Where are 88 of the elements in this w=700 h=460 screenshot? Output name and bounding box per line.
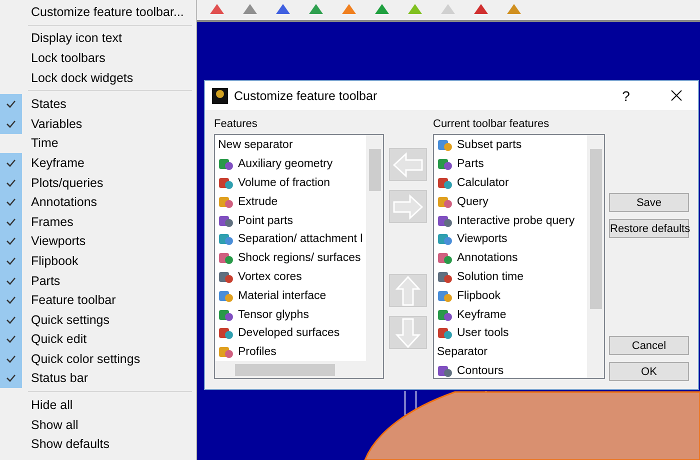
menu-item[interactable]: Keyframe xyxy=(22,156,84,170)
list-item[interactable]: Shock regions/ surfaces xyxy=(238,252,361,264)
feature-icon xyxy=(437,325,453,342)
menu-item[interactable]: Variables xyxy=(22,116,82,131)
checkmark-icon xyxy=(6,100,16,108)
list-item[interactable]: Keyframe xyxy=(457,308,506,321)
checkmark-icon xyxy=(6,218,16,226)
list-item[interactable]: Parts xyxy=(457,158,484,170)
list-item[interactable]: Flipbook xyxy=(457,290,500,302)
menu-item[interactable]: Lock toolbars xyxy=(22,50,106,65)
checkbox[interactable] xyxy=(0,114,22,134)
checkmark-icon xyxy=(6,120,16,128)
app-logo-icon xyxy=(212,88,228,104)
list-item[interactable]: Interactive probe query xyxy=(457,214,575,227)
menu-item[interactable]: Quick color settings xyxy=(22,352,140,366)
dialog-button[interactable]: OK xyxy=(609,362,689,381)
checkmark-icon xyxy=(6,158,16,167)
list-item[interactable]: Point parts xyxy=(238,214,293,227)
menu-item[interactable]: Status bar xyxy=(22,371,88,386)
checkmark-icon xyxy=(6,374,16,382)
list-item[interactable]: Developed surfaces xyxy=(238,327,340,340)
feature-icon xyxy=(218,325,234,342)
menu-item[interactable]: Show all xyxy=(22,418,78,432)
group-label: Features xyxy=(214,118,258,131)
menu-item[interactable]: Display icon text xyxy=(22,31,122,46)
checkmark-icon xyxy=(6,256,16,265)
menu-item[interactable]: Feature toolbar xyxy=(22,293,116,308)
menu-item[interactable]: Quick edit xyxy=(22,332,87,346)
list-item[interactable]: Auxiliary geometry xyxy=(238,158,333,170)
menu-item[interactable]: Hide all xyxy=(22,398,73,412)
list-item[interactable]: Contours xyxy=(457,364,504,377)
list-item[interactable]: Vortex cores xyxy=(238,270,302,283)
menu-item[interactable]: Show defaults xyxy=(22,437,110,452)
list-item[interactable]: Separator xyxy=(437,346,488,358)
checkmark-icon xyxy=(6,178,16,187)
list-item[interactable]: Tensor glyphs xyxy=(238,308,309,321)
checkbox[interactable] xyxy=(0,153,22,173)
dialog-button[interactable]: Cancel xyxy=(609,336,689,355)
list-item[interactable]: Solution time xyxy=(457,270,524,283)
dialog-button[interactable]: Restore defaults xyxy=(609,219,689,238)
menu-item[interactable]: Lock dock widgets xyxy=(22,70,134,85)
horizontal-scrollbar[interactable] xyxy=(215,361,383,378)
feature-icon xyxy=(437,137,453,154)
menu-item[interactable]: States xyxy=(22,97,66,112)
menu-item[interactable]: Flipbook xyxy=(22,254,78,268)
checkmark-icon xyxy=(6,296,16,304)
list-item[interactable]: Calculator xyxy=(457,176,509,189)
menu-item[interactable]: Viewports xyxy=(22,234,86,248)
list-item[interactable]: Material interface xyxy=(238,290,326,302)
checkmark-icon xyxy=(6,237,16,246)
menu-item[interactable]: Plots/queries xyxy=(22,176,104,190)
window-title: Customize feature toolbar xyxy=(234,88,378,102)
menu-item[interactable]: Frames xyxy=(22,214,74,229)
vertical-scrollbar[interactable] xyxy=(366,135,383,361)
list-item[interactable]: Subset parts xyxy=(457,139,522,152)
list-item[interactable]: Query xyxy=(457,196,488,208)
list-item[interactable]: Separation/ attachment l xyxy=(238,233,363,246)
menu-item[interactable]: Quick settings xyxy=(22,312,110,327)
feature-icon xyxy=(218,231,234,248)
checkmark-icon xyxy=(6,198,16,206)
feature-icon xyxy=(437,231,453,248)
checkmark-icon xyxy=(6,335,16,344)
checkbox[interactable] xyxy=(0,368,22,388)
feature-icon xyxy=(218,250,234,266)
menu-item[interactable]: Parts xyxy=(22,274,60,288)
list-item[interactable]: User tools xyxy=(457,327,509,340)
dialog-button[interactable]: Save xyxy=(609,193,689,212)
checkbox[interactable] xyxy=(0,94,22,114)
menu-item[interactable]: Annotations xyxy=(22,195,98,210)
checkmark-icon xyxy=(6,316,16,324)
group-label: Current toolbar features xyxy=(433,118,550,131)
list-item[interactable]: New separator xyxy=(218,139,293,152)
list-item[interactable]: Profiles xyxy=(238,346,276,358)
vertical-scrollbar[interactable] xyxy=(587,135,604,378)
feature-icon xyxy=(218,344,234,360)
feature-icon xyxy=(437,250,453,266)
close-icon xyxy=(670,90,682,100)
checkmark-icon xyxy=(6,276,16,285)
checkmark-icon xyxy=(6,354,16,363)
list-item[interactable]: Volume of fraction xyxy=(238,176,330,189)
feature-icon xyxy=(218,156,234,172)
help-button[interactable]: ? xyxy=(604,81,648,110)
list-item[interactable]: Viewports xyxy=(457,233,508,246)
list-item[interactable]: Annotations xyxy=(457,252,518,264)
menu-item[interactable]: Customize feature toolbar... xyxy=(22,4,184,19)
list-item[interactable]: Extrude xyxy=(238,196,278,208)
feature-icon xyxy=(437,156,453,172)
menu-item[interactable]: Time xyxy=(22,136,58,150)
